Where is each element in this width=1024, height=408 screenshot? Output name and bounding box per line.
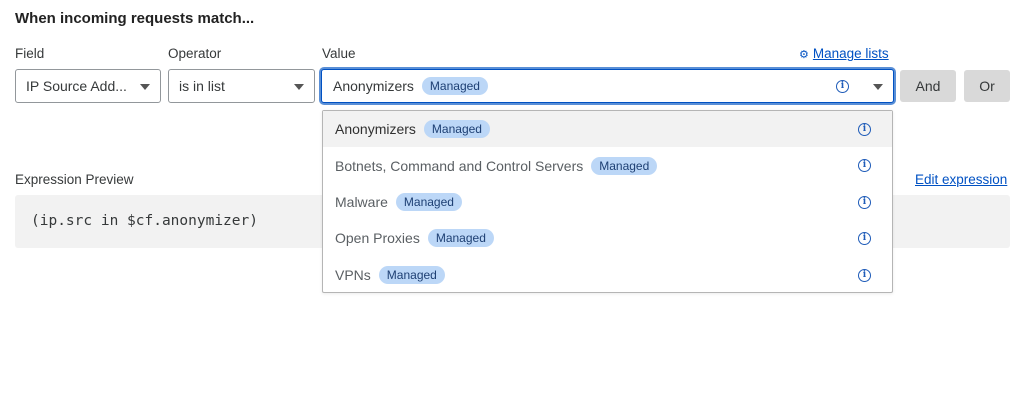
info-icon[interactable]: i xyxy=(858,123,871,136)
value-select[interactable]: Anonymizers Managed i xyxy=(321,69,894,103)
value-label: Value xyxy=(322,46,356,61)
value-select-text: Anonymizers xyxy=(333,78,414,94)
managed-badge: Managed xyxy=(421,77,488,95)
field-select[interactable]: IP Source Add... xyxy=(15,69,161,103)
info-icon[interactable]: i xyxy=(858,159,871,173)
and-button[interactable]: And xyxy=(900,70,956,102)
option-label: VPNs xyxy=(335,266,371,283)
dropdown-option-botnets[interactable]: Botnets, Command and Control Servers Man… xyxy=(323,147,892,183)
option-label: Anonymizers xyxy=(335,121,416,138)
expression-code: (ip.src in $cf.anonymizer) xyxy=(31,213,258,229)
dropdown-option-malware[interactable]: Malware Managed i xyxy=(323,184,892,220)
chevron-down-icon[interactable] xyxy=(873,84,883,90)
managed-badge: Managed xyxy=(423,120,490,139)
field-select-value: IP Source Add... xyxy=(26,78,127,94)
chevron-down-icon xyxy=(294,84,304,90)
option-label: Malware xyxy=(335,193,388,210)
expression-preview-label: Expression Preview xyxy=(15,172,134,187)
dropdown-option-anonymizers[interactable]: Anonymizers Managed i xyxy=(323,111,892,148)
managed-badge: Managed xyxy=(395,192,462,211)
operator-select[interactable]: is in list xyxy=(168,69,315,103)
managed-badge: Managed xyxy=(427,229,494,248)
managed-badge: Managed xyxy=(591,156,658,175)
info-icon[interactable]: i xyxy=(858,232,871,246)
section-heading: When incoming requests match... xyxy=(15,10,255,27)
info-icon[interactable]: i xyxy=(858,268,871,282)
dropdown-option-vpns[interactable]: VPNs Managed i xyxy=(323,257,892,293)
chevron-down-icon xyxy=(140,84,150,90)
manage-lists-link[interactable]: ⚙ Manage lists xyxy=(799,46,889,61)
or-button[interactable]: Or xyxy=(964,70,1010,102)
gear-icon: ⚙ xyxy=(799,49,809,61)
manage-lists-label: Manage lists xyxy=(812,46,889,61)
option-label: Botnets, Command and Control Servers xyxy=(335,157,584,174)
option-label: Open Proxies xyxy=(335,230,420,247)
value-dropdown-list: Anonymizers Managed i Botnets, Command a… xyxy=(322,110,893,293)
info-icon[interactable]: i xyxy=(858,195,871,209)
edit-expression-link[interactable]: Edit expression xyxy=(915,172,1007,187)
dropdown-option-open-proxies[interactable]: Open Proxies Managed i xyxy=(323,220,892,256)
managed-badge: Managed xyxy=(378,265,445,284)
operator-label: Operator xyxy=(168,46,222,61)
info-icon[interactable]: i xyxy=(836,80,849,93)
operator-select-value: is in list xyxy=(179,78,225,94)
field-label: Field xyxy=(15,46,45,61)
